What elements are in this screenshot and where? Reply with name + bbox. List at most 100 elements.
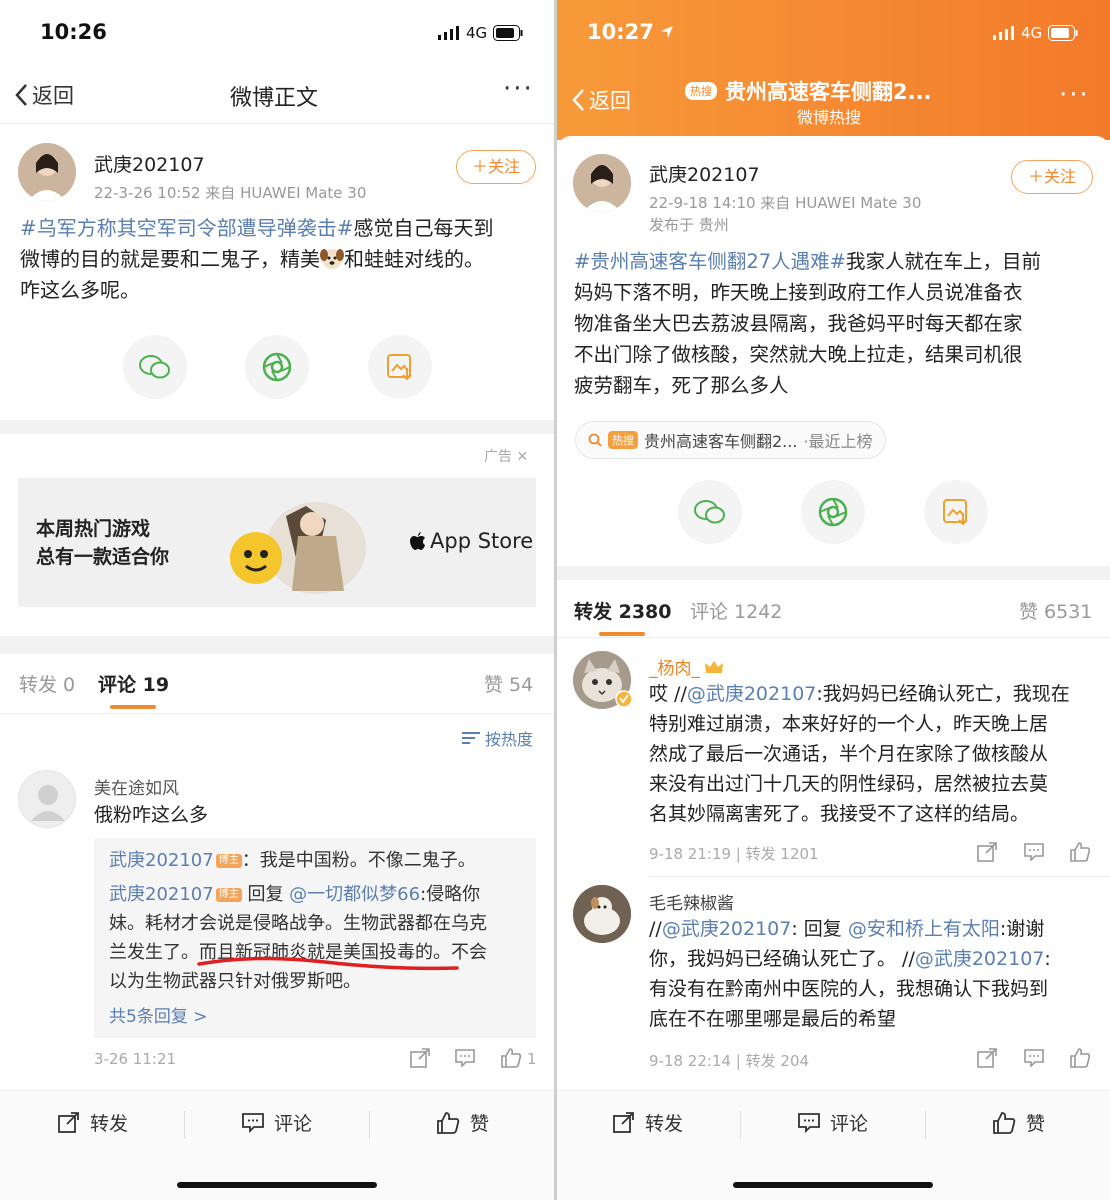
- tab-comment[interactable]: 评论 1242: [690, 597, 782, 624]
- status-icons: 4G: [993, 24, 1078, 42]
- post-meta: 22-9-18 14:10 来自 HUAWEI Mate 30: [649, 194, 922, 212]
- ad-label[interactable]: 广告 ✕: [484, 446, 528, 466]
- like-icon: [437, 1111, 460, 1134]
- avatar[interactable]: [573, 154, 631, 212]
- app-store-link[interactable]: App Store: [410, 529, 533, 553]
- like-icon[interactable]: [1069, 841, 1091, 863]
- section-gap: [0, 636, 554, 654]
- save-image-button[interactable]: [368, 335, 432, 399]
- apple-icon: [410, 531, 425, 550]
- separator: [184, 1111, 185, 1139]
- post-hashtag[interactable]: #乌军方称其空军司令部遭导弹袭击#: [20, 216, 354, 240]
- game-character-image: [230, 502, 366, 594]
- tab-repost[interactable]: 转发 2380: [574, 597, 672, 624]
- commenter-name[interactable]: _杨肉_: [649, 654, 724, 679]
- nav-divider: [0, 123, 554, 124]
- share-moments-button[interactable]: [245, 335, 309, 399]
- repost-icon[interactable]: [977, 1048, 997, 1068]
- separator: [740, 1111, 741, 1139]
- like-count: 1: [527, 1050, 537, 1068]
- left-phone: 10:26 4G 返回 微博正文 ··· 武庚202107 22-3-26 10…: [0, 0, 554, 1200]
- like-icon[interactable]: [500, 1047, 522, 1069]
- dog-avatar-image: [573, 885, 631, 943]
- bottom-comment-button[interactable]: 评论: [798, 1109, 868, 1136]
- commenter-avatar[interactable]: [18, 770, 76, 828]
- repost-icon: [613, 1111, 634, 1133]
- status-time: 10:27: [587, 20, 674, 44]
- battery-icon: [1048, 25, 1078, 41]
- chevron-left-icon: [15, 84, 27, 106]
- page-title-row: 热搜 贵州高速客车侧翻2...: [685, 76, 932, 106]
- share-moments-button[interactable]: [801, 480, 865, 544]
- tab-like[interactable]: 赞 54: [484, 670, 533, 697]
- share-wechat-button[interactable]: [678, 480, 742, 544]
- bottom-bar: 转发 评论 赞: [0, 1090, 554, 1200]
- avatar[interactable]: [18, 143, 76, 201]
- default-avatar-icon: [31, 785, 65, 821]
- username[interactable]: 武庚202107: [649, 160, 760, 187]
- like-icon[interactable]: [1069, 1047, 1091, 1069]
- commenter-avatar[interactable]: [573, 885, 631, 943]
- reply-author[interactable]: 武庚202107: [109, 884, 214, 905]
- back-button[interactable]: 返回: [571, 85, 631, 115]
- author-badge: 博主: [215, 888, 242, 902]
- more-replies-link[interactable]: 共5条回复 >: [109, 1002, 207, 1027]
- more-button[interactable]: ···: [503, 74, 534, 104]
- post-location: 发布于 贵州: [649, 216, 729, 234]
- signal-icon: [993, 26, 1014, 40]
- section-gap: [0, 420, 554, 434]
- comment-icon[interactable]: [1024, 843, 1044, 861]
- bottom-bar: 转发 评论 赞: [557, 1090, 1110, 1200]
- signal-icon: [438, 26, 459, 40]
- back-label: 返回: [32, 84, 74, 108]
- mention-link[interactable]: @武庚202107: [687, 683, 817, 705]
- save-image-button[interactable]: [924, 480, 988, 544]
- page-title: 贵州高速客车侧翻2...: [725, 80, 932, 104]
- bottom-like-button[interactable]: 赞: [436, 1109, 489, 1136]
- mention-link[interactable]: @武庚202107: [915, 948, 1045, 970]
- back-label: 返回: [589, 89, 631, 113]
- post-hashtag[interactable]: #贵州高速客车侧翻27人遇难#: [574, 250, 846, 273]
- bottom-repost-button[interactable]: 转发: [58, 1109, 128, 1136]
- repost-icon[interactable]: [410, 1048, 430, 1068]
- tab-like[interactable]: 赞 6531: [1019, 597, 1092, 624]
- avatar-image: [18, 143, 76, 201]
- tab-indicator: [110, 705, 156, 709]
- share-wechat-button[interactable]: [123, 335, 187, 399]
- ad-card[interactable]: 本周热门游戏 总有一款适合你 App Store: [18, 478, 536, 607]
- bottom-repost-button[interactable]: 转发: [613, 1109, 683, 1136]
- right-phone: 10:27 4G 返回 热搜 贵州高速客车侧翻2... 微博热搜 ··· 武庚2…: [557, 0, 1110, 1200]
- save-image-icon: [943, 499, 968, 526]
- bottom-comment-button[interactable]: 评论: [242, 1109, 312, 1136]
- close-icon[interactable]: ✕: [516, 449, 528, 465]
- reply-author[interactable]: 武庚202107: [109, 850, 214, 871]
- repost-icon[interactable]: [977, 842, 997, 862]
- username[interactable]: 武庚202107: [94, 150, 205, 177]
- follow-button[interactable]: ＋关注: [456, 150, 536, 184]
- moments-icon: [262, 352, 292, 382]
- tabs-divider: [557, 637, 1110, 638]
- back-button[interactable]: 返回: [14, 80, 74, 110]
- follow-button[interactable]: ＋关注: [1011, 160, 1093, 194]
- author-badge: 博主: [215, 854, 242, 868]
- ad-text: 本周热门游戏 总有一款适合你: [36, 518, 170, 568]
- bottom-like-button[interactable]: 赞: [992, 1109, 1045, 1136]
- hot-search-tag: 热搜: [685, 82, 717, 100]
- comment-icon[interactable]: [1024, 1049, 1044, 1067]
- tab-repost[interactable]: 转发 0: [19, 670, 75, 697]
- tab-comment[interactable]: 评论 19: [98, 670, 169, 697]
- red-underline-annotation: [197, 956, 459, 971]
- hot-search-chip[interactable]: 热搜 贵州高速客车侧翻2... ·最近上榜: [575, 421, 886, 459]
- post-text: #贵州高速客车侧翻27人遇难#我家人就在车上，目前 妈妈下落不明，昨天晚上接到政…: [574, 250, 1042, 397]
- commenter-name[interactable]: 美在途如风: [94, 774, 179, 799]
- more-button[interactable]: ···: [1059, 80, 1090, 110]
- mention-link[interactable]: @武庚202107: [662, 918, 792, 940]
- reply-1: 武庚202107 博主 ：我是中国粉。不像二鬼子。: [109, 850, 476, 871]
- mention-link[interactable]: @一切都似梦66: [289, 884, 420, 905]
- mention-link[interactable]: @安和桥上有太阳: [848, 918, 1000, 940]
- sort-button[interactable]: 按热度: [462, 726, 533, 750]
- comment-icon[interactable]: [455, 1049, 475, 1067]
- tab-indicator: [599, 632, 645, 636]
- network-label: 4G: [466, 24, 488, 42]
- commenter-name[interactable]: 毛毛辣椒酱: [649, 889, 734, 914]
